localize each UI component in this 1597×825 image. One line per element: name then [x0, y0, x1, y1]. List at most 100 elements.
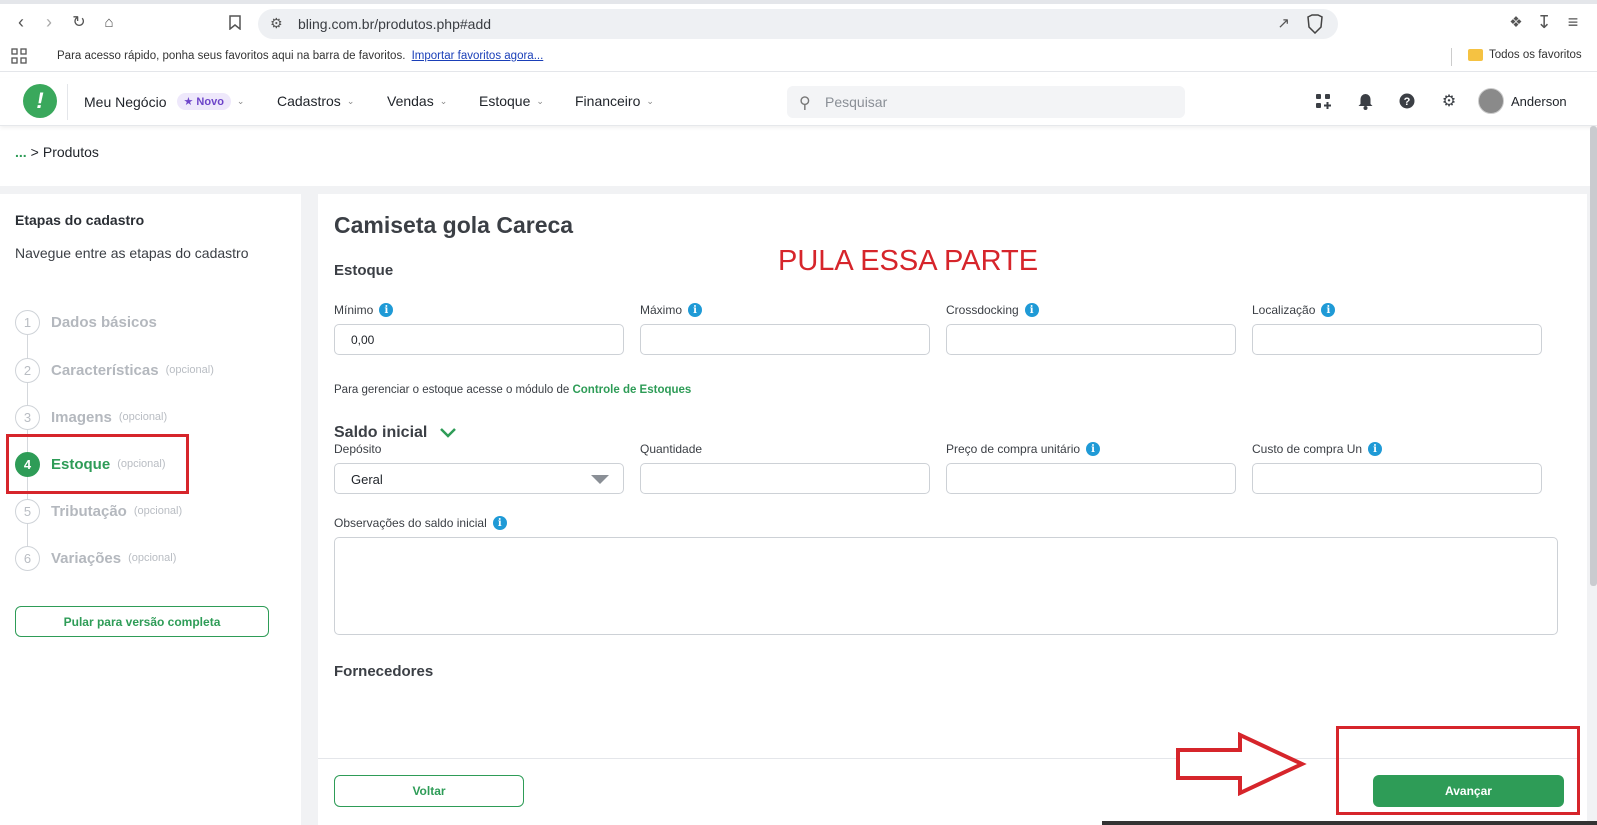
- share-icon[interactable]: ↗: [1277, 14, 1290, 32]
- info-icon[interactable]: i: [492, 516, 507, 530]
- brave-shield-icon[interactable]: [1306, 14, 1324, 35]
- step-label: Variações: [51, 549, 122, 567]
- url-text: bling.com.br/produtos.php#add: [298, 16, 492, 32]
- menu-financeiro[interactable]: Financeiro ⌄: [575, 93, 654, 109]
- apps-grid-icon[interactable]: [1312, 90, 1334, 112]
- back-icon[interactable]: ‹: [8, 8, 34, 36]
- info-icon[interactable]: i: [1321, 303, 1336, 317]
- chevron-down-icon: ⌄: [439, 95, 448, 106]
- quantidade-field[interactable]: [640, 463, 930, 494]
- step-number: 2: [15, 357, 40, 383]
- minimo-field[interactable]: [334, 324, 624, 355]
- localizacao-field[interactable]: [1252, 324, 1542, 355]
- step-optional: (opcional): [118, 411, 168, 423]
- menu-financeiro-label: Financeiro: [575, 93, 641, 109]
- custo-compra-label: Custo de compra Un i: [1252, 442, 1383, 456]
- menu-vendas[interactable]: Vendas ⌄: [387, 93, 447, 109]
- hint-text: Para gerenciar o estoque acesse o módulo…: [334, 384, 570, 396]
- download-icon[interactable]: ↧: [1531, 8, 1557, 36]
- info-icon[interactable]: i: [1086, 442, 1101, 456]
- section-fornecedores-title: Fornecedores: [334, 663, 434, 680]
- sidebar-subtitle: Navegue entre as etapas do cadastro: [15, 245, 249, 261]
- saldo-inicial-toggle[interactable]: Saldo inicial: [334, 424, 457, 442]
- novo-badge: ★ Novo: [176, 93, 231, 110]
- sidebar-title: Etapas do cadastro: [15, 212, 145, 228]
- address-bar[interactable]: ⚙ bling.com.br/produtos.php#add ↗: [258, 9, 1338, 39]
- maximo-label-text: Máximo: [640, 303, 683, 317]
- step-optional: (opcional): [165, 364, 214, 376]
- page-scrollbar[interactable]: [1590, 126, 1597, 586]
- forward-icon[interactable]: ›: [36, 8, 62, 36]
- step-dados-basicos[interactable]: 1 Dados básicos: [15, 309, 157, 335]
- user-name[interactable]: Anderson: [1511, 94, 1567, 109]
- menu-cadastros-label: Cadastros: [277, 93, 341, 109]
- bookmarks-message: Para acesso rápido, ponha seus favoritos…: [57, 50, 543, 62]
- annotation-arrow-icon: [1176, 732, 1307, 796]
- gear-icon[interactable]: ⚙: [1438, 90, 1460, 112]
- menu-estoque[interactable]: Estoque ⌄: [479, 93, 544, 109]
- folder-icon: [1468, 49, 1483, 61]
- deposito-label-text: Depósito: [334, 442, 382, 456]
- import-bookmarks-link[interactable]: Importar favoritos agora...: [412, 50, 544, 62]
- site-settings-icon[interactable]: ⚙: [270, 15, 283, 32]
- preco-compra-label-text: Preço de compra unitário: [946, 442, 1081, 456]
- app-header: ! Meu Negócio ★ Novo ⌄ Cadastros ⌄ Vendas…: [0, 78, 1597, 126]
- bottom-edge-strip: [1102, 821, 1597, 825]
- svg-text:?: ?: [1404, 96, 1411, 108]
- annotation-highlight-box: [6, 434, 189, 494]
- step-caracteristicas[interactable]: 2 Características (opcional): [15, 357, 214, 383]
- business-menu[interactable]: Meu Negócio ★ Novo ⌄: [84, 93, 244, 110]
- bling-logo[interactable]: !: [23, 84, 57, 118]
- help-icon[interactable]: ?: [1396, 90, 1418, 112]
- step-variacoes[interactable]: 6 Variações (opcional): [15, 545, 176, 571]
- reload-icon[interactable]: ↻: [66, 8, 92, 36]
- maximo-label: Máximo i: [640, 303, 703, 317]
- saldo-inicial-title: Saldo inicial: [334, 424, 428, 441]
- custo-compra-label-text: Custo de compra Un: [1252, 442, 1363, 456]
- step-label: Dados básicos: [51, 313, 157, 331]
- step-optional: (opcional): [128, 552, 177, 564]
- menu-icon[interactable]: ≡: [1560, 8, 1586, 36]
- controle-estoques-link[interactable]: Controle de Estoques: [572, 384, 691, 396]
- skip-to-full-version-button[interactable]: Pular para versão completa: [15, 606, 269, 637]
- maximo-field[interactable]: [640, 324, 930, 355]
- breadcrumb-separator: >: [30, 144, 39, 160]
- bookmarks-bar: Para acesso rápido, ponha seus favoritos…: [0, 40, 1597, 72]
- info-icon[interactable]: i: [1024, 303, 1039, 317]
- breadcrumb-ellipsis[interactable]: ...: [15, 144, 27, 160]
- preco-compra-field[interactable]: [946, 463, 1236, 494]
- search-icon: ⚲: [799, 95, 811, 112]
- bookmarks-separator: [1451, 48, 1452, 66]
- observacoes-label: Observações do saldo inicial i: [334, 516, 507, 530]
- header-divider: [67, 84, 68, 120]
- search-input[interactable]: [825, 92, 1165, 112]
- crossdocking-field[interactable]: [946, 324, 1236, 355]
- annotation-highlight-box: [1336, 726, 1580, 815]
- menu-cadastros[interactable]: Cadastros ⌄: [277, 93, 354, 109]
- info-icon[interactable]: i: [1368, 442, 1383, 456]
- step-tributacao[interactable]: 5 Tributação (opcional): [15, 498, 182, 524]
- extensions-icon[interactable]: ❖: [1503, 8, 1529, 36]
- bell-icon[interactable]: [1354, 90, 1376, 112]
- info-icon[interactable]: i: [379, 303, 394, 317]
- menu-vendas-label: Vendas: [387, 93, 434, 109]
- avatar[interactable]: [1478, 88, 1504, 114]
- chevron-down-icon: ⌄: [346, 95, 355, 106]
- bookmark-icon[interactable]: [222, 8, 248, 36]
- observacoes-textarea[interactable]: [334, 537, 1558, 635]
- deposito-selected-value: Geral: [351, 472, 383, 487]
- step-number: 6: [15, 545, 40, 571]
- apps-icon[interactable]: [11, 48, 27, 64]
- menu-estoque-label: Estoque: [479, 93, 531, 109]
- all-favorites-button[interactable]: Todos os favoritos: [1468, 49, 1582, 61]
- deposito-select[interactable]: Geral: [334, 463, 624, 494]
- step-imagens[interactable]: 3 Imagens (opcional): [15, 404, 167, 430]
- custo-compra-field[interactable]: [1252, 463, 1542, 494]
- info-icon[interactable]: i: [688, 303, 703, 317]
- crossdocking-label-text: Crossdocking: [946, 303, 1019, 317]
- annotation-text: PULA ESSA PARTE: [778, 245, 1039, 277]
- localizacao-label-text: Localização: [1252, 303, 1316, 317]
- quantidade-label: Quantidade: [640, 442, 702, 456]
- home-icon[interactable]: ⌂: [96, 8, 122, 36]
- back-button[interactable]: Voltar: [334, 775, 524, 807]
